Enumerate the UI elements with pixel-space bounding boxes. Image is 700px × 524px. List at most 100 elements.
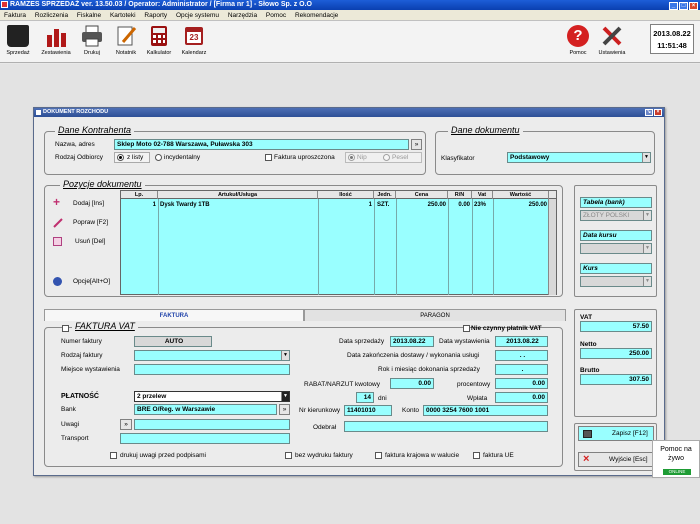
data-zakonczenia-field[interactable]: . . (495, 350, 548, 361)
col-jedn[interactable]: Jedn. (374, 191, 396, 199)
radio-incydentalny[interactable] (155, 154, 162, 161)
rodzaj-select[interactable]: ▼ (134, 350, 290, 361)
bank-field[interactable]: BRE O/Reg. w Warszawie (134, 404, 277, 415)
col-artykul[interactable]: Artukuł/Usługa (158, 191, 318, 199)
tabela-select[interactable]: ZŁOTY POLSKI ▼ (580, 210, 652, 221)
dni-label: dni (378, 395, 387, 402)
zapisz-button[interactable]: Zapisz [F12] (578, 426, 654, 441)
col-ilosc[interactable]: Ilość (318, 191, 374, 199)
toolbar-ustawienia-button[interactable]: Ustawienia (597, 25, 627, 56)
klasyfikator-select[interactable]: Podstawowy ▼ (507, 152, 651, 163)
rok-miesiac-label: Rok i miesiąc dokonania sprzedaży (378, 366, 480, 373)
popraw-button[interactable]: Popraw [F2] (49, 215, 116, 230)
usun-button[interactable]: Usuń [Del] (49, 234, 116, 249)
col-lp[interactable]: Lp. (121, 191, 158, 199)
dodaj-button[interactable]: + Dodaj [Ins] (49, 196, 116, 211)
menu-fiskalne[interactable]: Fiskalne (77, 12, 101, 19)
data-wystawienia-field[interactable]: 2013.08.22 (495, 336, 548, 347)
miejsce-field[interactable] (134, 364, 290, 375)
nazwa-lookup-button[interactable]: » (411, 139, 422, 150)
drukuj-uwagi-checkbox[interactable] (110, 452, 117, 459)
menu-kartoteki[interactable]: Kartoteki (110, 12, 136, 19)
maximize-button[interactable]: □ (679, 2, 688, 10)
opcje-button[interactable]: Opcje[Alt+O] (49, 274, 116, 289)
pencil-icon (53, 218, 63, 228)
platnosc-value: 2 przelew (137, 393, 167, 400)
toolbar-sprzedaz-button[interactable]: Sprzedaż (3, 25, 33, 56)
kurs-select[interactable]: ▼ (580, 276, 652, 287)
radio-zlisty[interactable] (117, 154, 124, 161)
chevron-down-icon[interactable]: ▼ (281, 351, 289, 360)
live-help-widget[interactable]: Pomoc na żywo ONLINE (652, 440, 700, 478)
faktura-vat-checkbox[interactable] (62, 325, 69, 332)
toolbar-pomoc-button[interactable]: ? Pomoc (563, 25, 593, 56)
menu-opcje-systemu[interactable]: Opcje systemu (176, 12, 219, 19)
col-rn[interactable]: R/N (448, 191, 472, 199)
bez-wydruku-checkbox[interactable] (285, 452, 292, 459)
chevron-down-icon[interactable]: ▼ (643, 211, 651, 220)
termin-dni-field[interactable]: 14 (356, 392, 374, 403)
menu-narzedzia[interactable]: Narzędzia (228, 12, 257, 19)
bez-wydruku-label: bez wydruku faktury (295, 452, 353, 459)
pozycje-grid[interactable]: Lp. Artukuł/Usługa Ilość Jedn. Cena R/N … (120, 190, 557, 295)
col-wartosc[interactable]: Wartość (493, 191, 549, 199)
toolbar-kalkulator-button[interactable]: Kalkulator (144, 25, 174, 56)
odebral-field[interactable] (344, 421, 548, 432)
opcje-label: Opcje[Alt+O] (73, 278, 111, 285)
toolbar-drukuj-button[interactable]: Drukuj (77, 25, 107, 56)
toolbar-notatnik-button[interactable]: Notatnik (111, 25, 141, 56)
radio-nip[interactable] (348, 154, 355, 161)
dialog-icon (36, 110, 41, 115)
dialog-close-button[interactable]: × (654, 109, 662, 116)
chevron-down-icon[interactable]: ▼ (643, 244, 651, 253)
chevron-down-icon[interactable]: ▼ (281, 392, 289, 401)
close-button[interactable]: × (689, 2, 698, 10)
toolbar-zestawienia-button[interactable]: Zestawienia (41, 25, 71, 56)
col-vat[interactable]: Vat (472, 191, 493, 199)
close-icon: × (583, 453, 590, 465)
chevron-down-icon[interactable]: ▼ (642, 153, 650, 162)
toolbar-label: Sprzedaż (6, 50, 30, 56)
miejsce-label: Miejsce wystawienia (61, 366, 120, 373)
radio-pesel[interactable] (383, 154, 390, 161)
bank-label: Bank (61, 406, 76, 413)
plus-icon: + (53, 195, 61, 209)
uwagi-lookup-button[interactable]: » (120, 419, 132, 430)
uwagi-field[interactable] (134, 419, 290, 430)
bank-lookup-button[interactable]: » (279, 404, 290, 415)
rok-miesiac-field[interactable]: . (495, 364, 548, 375)
tab-faktura[interactable]: FAKTURA (44, 309, 304, 321)
col-cena[interactable]: Cena (396, 191, 448, 199)
calendar-icon: 23 (183, 25, 205, 47)
krajowa-waluta-checkbox[interactable] (375, 452, 382, 459)
nie-czynny-checkbox[interactable] (463, 325, 470, 332)
nazwa-field[interactable]: Sklep Moto 02-788 Warszawa, Puławska 303 (114, 139, 409, 150)
faktura-ue-checkbox[interactable] (473, 452, 480, 459)
procentowy-field[interactable]: 0.00 (495, 378, 548, 389)
faktura-uproszczona-checkbox[interactable] (265, 154, 272, 161)
wplata-field[interactable]: 0.00 (495, 392, 548, 403)
nr-kierunkowy-field[interactable]: 11401010 (344, 405, 392, 416)
rodzaj-label: Rodzaj faktury (61, 352, 103, 359)
wyjscie-button[interactable]: × Wyjście [Esc] (578, 452, 654, 467)
toolbar-kalendarz-button[interactable]: 23 Kalendarz (179, 25, 209, 56)
procentowy-label: procentowy (457, 381, 491, 388)
menu-rozliczenia[interactable]: Rozliczenia (35, 12, 68, 19)
grid-scrollbar[interactable] (548, 199, 556, 295)
cell-artykul: Dysk Twardy 1TB (160, 202, 210, 208)
minimize-button[interactable]: _ (669, 2, 678, 10)
menu-rekomendacje[interactable]: Rekomendacje (295, 12, 338, 19)
rabat-field[interactable]: 0.00 (390, 378, 434, 389)
transport-field[interactable] (120, 433, 290, 444)
numer-field[interactable]: AUTO (134, 336, 212, 347)
menu-faktura[interactable]: Faktura (4, 12, 26, 19)
dialog-restore-button[interactable]: ↘ (645, 109, 653, 116)
konto-field[interactable]: 0000 3254 7600 1001 (423, 405, 548, 416)
data-kursu-select[interactable]: ▼ (580, 243, 652, 254)
platnosc-select[interactable]: 2 przelew ▼ (134, 391, 290, 402)
chevron-down-icon[interactable]: ▼ (643, 277, 651, 286)
tab-paragon[interactable]: PARAGON (304, 309, 566, 321)
data-sprzedazy-field[interactable]: 2013.08.22 (390, 336, 434, 347)
menu-pomoc[interactable]: Pomoc (266, 12, 286, 19)
menu-raporty[interactable]: Raporty (144, 12, 167, 19)
